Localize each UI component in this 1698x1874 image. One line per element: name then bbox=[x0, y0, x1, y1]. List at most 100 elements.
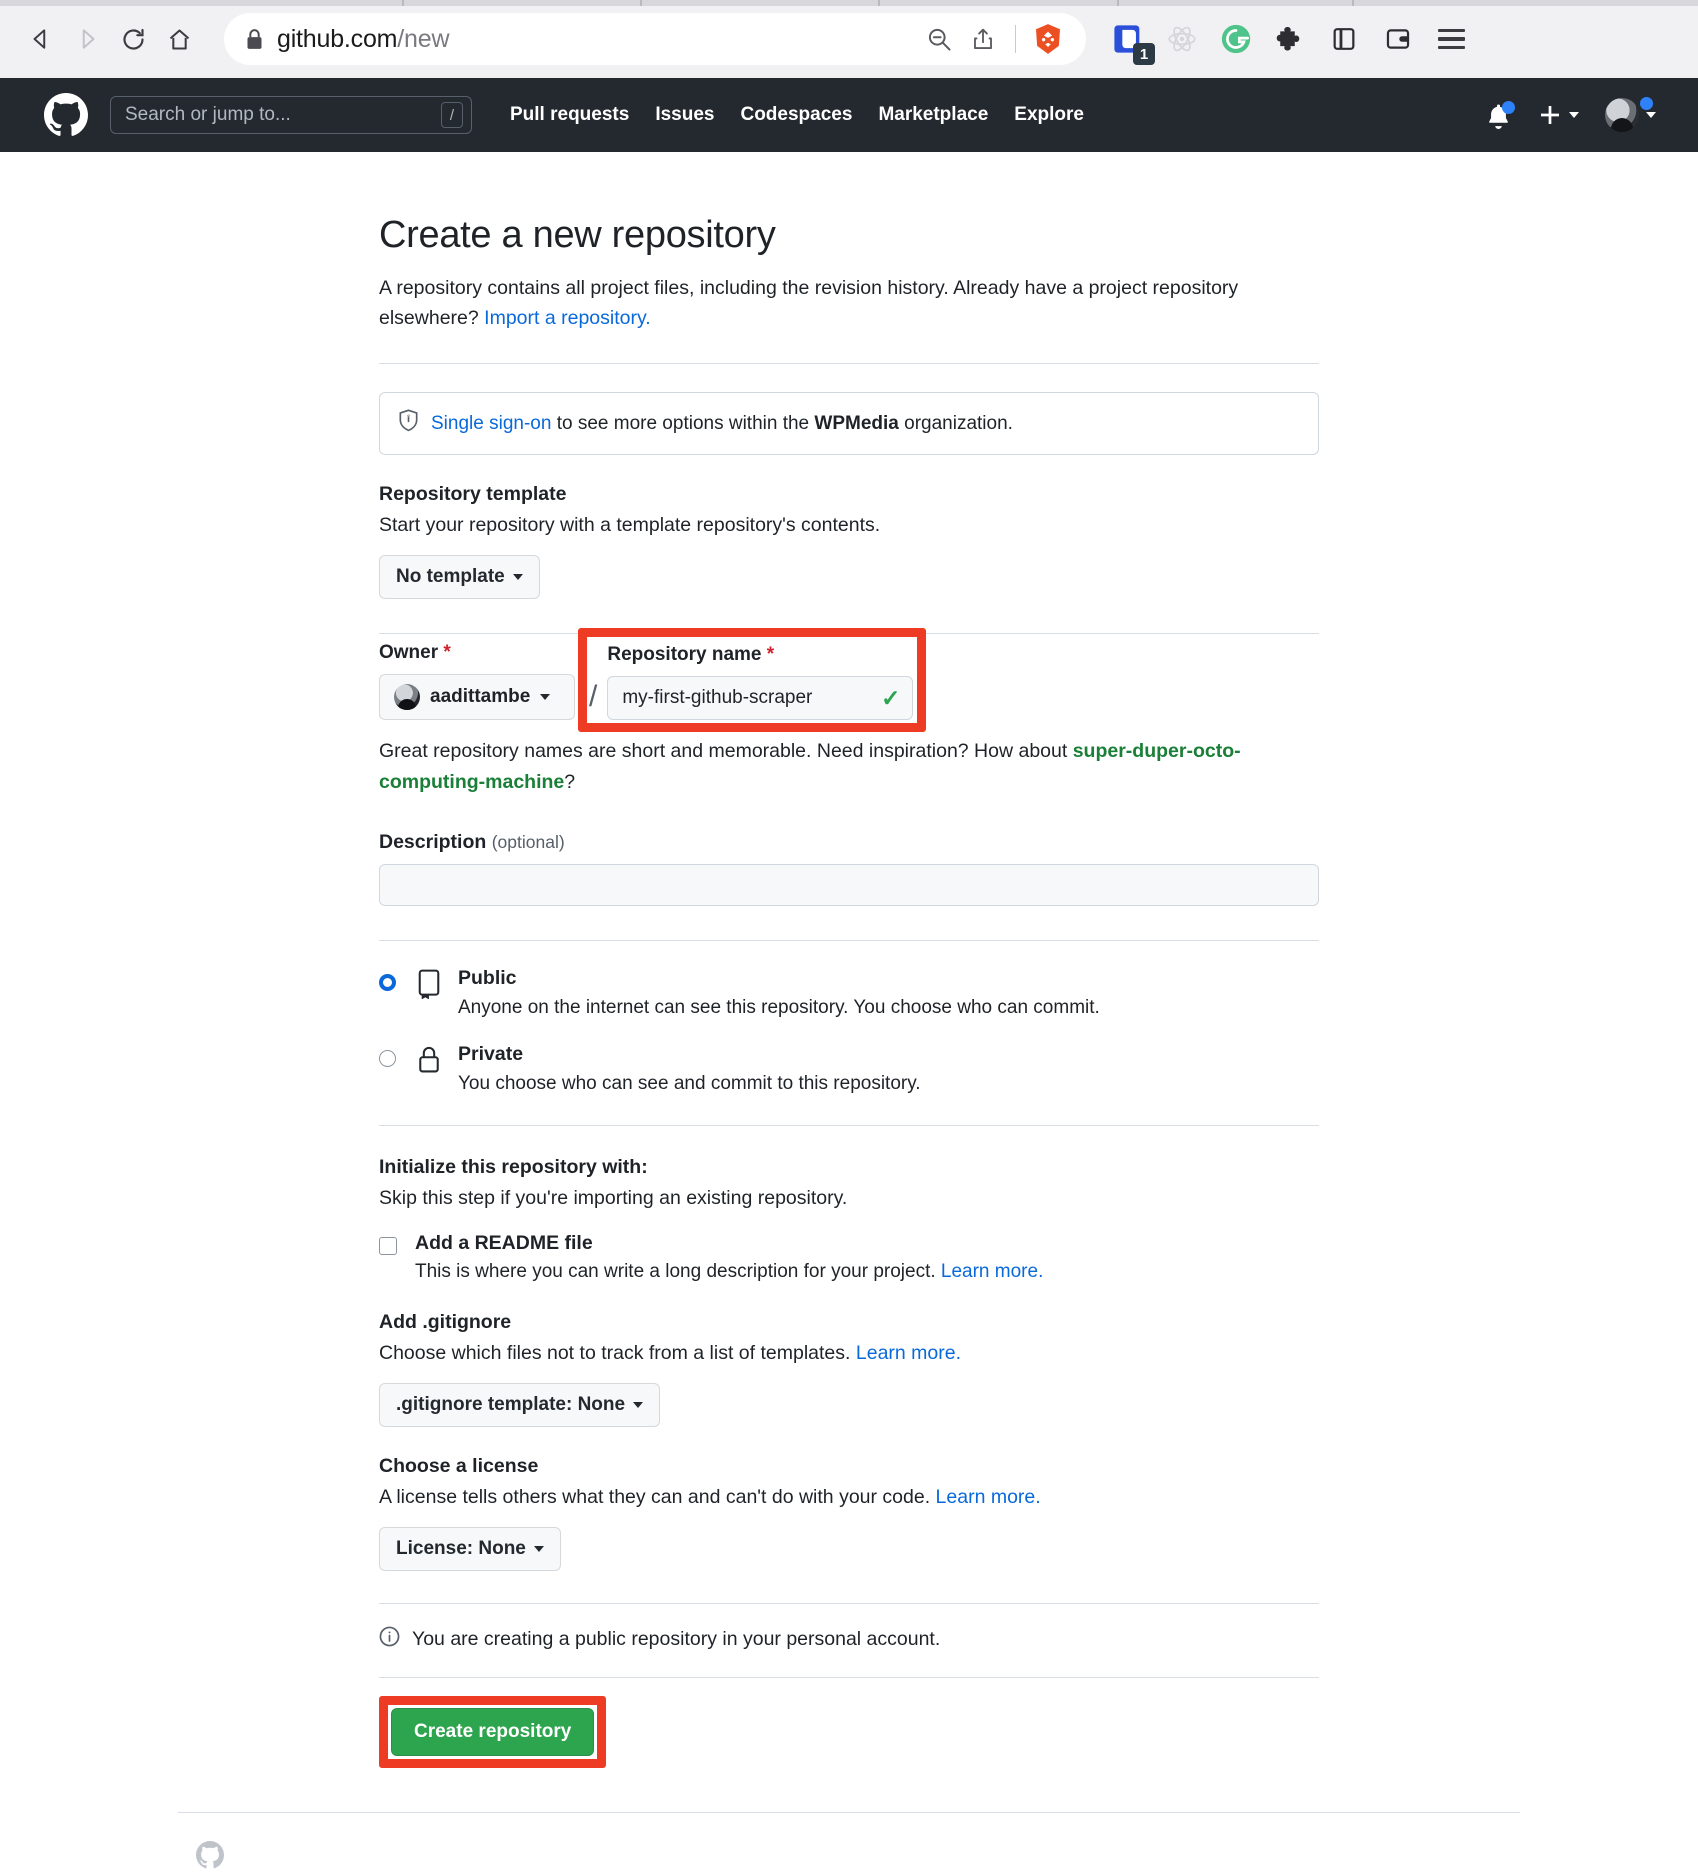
description-input[interactable] bbox=[379, 863, 1319, 906]
header-actions bbox=[1485, 97, 1674, 132]
extension-icon-group: 1 bbox=[1108, 19, 1418, 65]
readme-checkbox[interactable] bbox=[379, 1236, 397, 1255]
share-icon[interactable] bbox=[961, 17, 1005, 61]
repository-name-hint: Great repository names are short and mem… bbox=[379, 736, 1319, 796]
search-input[interactable]: Search or jump to... / bbox=[110, 96, 472, 134]
gitignore-template-select[interactable]: .gitignore template: None bbox=[379, 1382, 661, 1427]
public-option-text: Public Anyone on the internet can see th… bbox=[458, 967, 1100, 1019]
public-radio[interactable] bbox=[379, 973, 396, 991]
license-select[interactable]: License: None bbox=[379, 1526, 561, 1571]
home-icon[interactable] bbox=[156, 16, 202, 62]
zoom-out-icon[interactable] bbox=[917, 17, 961, 61]
description-optional-tag: (optional) bbox=[491, 831, 565, 852]
private-label: Private bbox=[458, 1042, 524, 1065]
repository-name-input[interactable]: my-first-github-scraper ✓ bbox=[607, 676, 914, 721]
nav-item-pull-requests[interactable]: Pull requests bbox=[510, 104, 629, 126]
license-learn-more-link[interactable]: Learn more. bbox=[936, 1486, 1041, 1508]
visibility-option-private[interactable]: Private You choose who can see and commi… bbox=[379, 1043, 1319, 1095]
sso-text-mid: to see more options within the bbox=[551, 412, 815, 434]
plus-icon[interactable] bbox=[1538, 103, 1579, 127]
nav-item-issues[interactable]: Issues bbox=[655, 104, 714, 126]
divider bbox=[379, 633, 1319, 635]
sidebar-toggle-icon[interactable] bbox=[1324, 19, 1364, 59]
owner-select-button[interactable]: aadittambe bbox=[379, 674, 575, 721]
import-repository-link[interactable]: Import a repository. bbox=[484, 307, 651, 329]
readme-learn-more-link[interactable]: Learn more. bbox=[941, 1261, 1043, 1282]
url-text: github.com/new bbox=[277, 24, 450, 53]
chevron-down-icon bbox=[540, 694, 551, 701]
template-select-button[interactable]: No template bbox=[379, 555, 540, 600]
visibility-option-public[interactable]: Public Anyone on the internet can see th… bbox=[379, 967, 1319, 1019]
single-sign-on-link[interactable]: Single sign-on bbox=[431, 413, 551, 434]
nav-item-explore[interactable]: Explore bbox=[1014, 104, 1084, 126]
chevron-down-icon bbox=[633, 1401, 644, 1408]
extension-badge-count: 1 bbox=[1133, 43, 1155, 65]
extension-grammarly-icon[interactable] bbox=[1216, 19, 1256, 59]
extension-react-icon[interactable] bbox=[1162, 19, 1202, 59]
hamburger-menu-icon[interactable] bbox=[1438, 28, 1465, 50]
private-radio[interactable] bbox=[379, 1049, 396, 1067]
description-label: Description (optional) bbox=[379, 830, 565, 853]
template-select-label: No template bbox=[396, 566, 505, 588]
repository-name-label: Repository name * bbox=[607, 644, 775, 666]
shield-lock-icon bbox=[398, 409, 419, 438]
wallet-icon[interactable] bbox=[1378, 19, 1418, 59]
owner-field: Owner * aadittambe bbox=[379, 642, 579, 721]
gitignore-learn-more-link[interactable]: Learn more. bbox=[856, 1342, 961, 1364]
github-global-header: Search or jump to... / Pull requests Iss… bbox=[0, 78, 1698, 152]
readme-description: This is where you can write a long descr… bbox=[415, 1260, 1044, 1282]
github-mark-icon bbox=[196, 1840, 1698, 1874]
readme-label: Add a README file bbox=[415, 1231, 593, 1254]
readme-checkbox-row[interactable]: Add a README file This is where you can … bbox=[379, 1232, 1319, 1283]
nav-item-marketplace[interactable]: Marketplace bbox=[878, 104, 988, 126]
extension-puzzle-icon[interactable] bbox=[1270, 19, 1310, 59]
initialize-label: Initialize this repository with: bbox=[379, 1155, 648, 1178]
global-nav: Pull requests Issues Codespaces Marketpl… bbox=[510, 104, 1084, 126]
brave-lion-icon[interactable] bbox=[1026, 17, 1070, 61]
browser-toolbar: github.com/new 1 bbox=[0, 0, 1698, 78]
chevron-down-icon bbox=[512, 574, 523, 581]
info-note-text: You are creating a public repository in … bbox=[412, 1627, 941, 1650]
toolbar-divider bbox=[1015, 25, 1016, 53]
extension-pocket-icon[interactable]: 1 bbox=[1108, 19, 1155, 65]
chevron-down-icon[interactable] bbox=[1569, 112, 1579, 118]
nav-item-codespaces[interactable]: Codespaces bbox=[740, 104, 852, 126]
create-repository-button[interactable]: Create repository bbox=[391, 1707, 595, 1756]
repository-name-field: Repository name * my-first-github-scrape… bbox=[607, 644, 914, 721]
hint-pre: Great repository names are short and mem… bbox=[379, 740, 1073, 763]
owner-name: aadittambe bbox=[430, 686, 531, 708]
license-label: Choose a license bbox=[379, 1454, 539, 1477]
owner-name-separator: / bbox=[589, 680, 598, 714]
search-placeholder: Search or jump to... bbox=[125, 104, 291, 125]
bell-icon[interactable] bbox=[1485, 100, 1515, 129]
page-title: Create a new repository bbox=[379, 214, 776, 256]
chevron-down-icon[interactable] bbox=[1646, 112, 1656, 118]
hint-post: ? bbox=[564, 770, 576, 793]
chevron-down-icon bbox=[533, 1545, 544, 1552]
required-marker: * bbox=[443, 642, 451, 664]
avatar[interactable] bbox=[1605, 97, 1656, 132]
private-option-text: Private You choose who can see and commi… bbox=[458, 1043, 921, 1095]
repository-template-label: Repository template bbox=[379, 483, 567, 506]
initialize-desc: Skip this step if you're importing an ex… bbox=[379, 1186, 848, 1209]
license-select-value: License: None bbox=[396, 1537, 526, 1559]
reload-icon[interactable] bbox=[110, 16, 156, 62]
new-repository-page: Create a new repository A repository con… bbox=[0, 152, 1698, 1874]
address-bar[interactable]: github.com/new bbox=[224, 13, 1086, 65]
lock-icon[interactable] bbox=[246, 28, 263, 50]
single-sign-on-banner: Single sign-on to see more options withi… bbox=[379, 392, 1319, 456]
sso-org-name: WPMedia bbox=[814, 412, 899, 434]
github-mark-icon[interactable] bbox=[44, 93, 88, 137]
notification-dot bbox=[1502, 100, 1515, 114]
avatar-status-dot bbox=[1640, 97, 1653, 110]
back-arrow-icon[interactable] bbox=[18, 16, 64, 62]
divider bbox=[379, 939, 1319, 941]
sso-text: Single sign-on to see more options withi… bbox=[431, 413, 1013, 435]
repository-name-value: my-first-github-scraper bbox=[622, 687, 813, 709]
public-description: Anyone on the internet can see this repo… bbox=[458, 996, 1100, 1018]
license-description: A license tells others what they can and… bbox=[379, 1485, 1041, 1508]
page-subtitle: A repository contains all project files,… bbox=[379, 273, 1259, 333]
user-avatar[interactable] bbox=[1605, 98, 1639, 132]
divider bbox=[379, 363, 1319, 365]
footer-divider bbox=[178, 1811, 1520, 1813]
